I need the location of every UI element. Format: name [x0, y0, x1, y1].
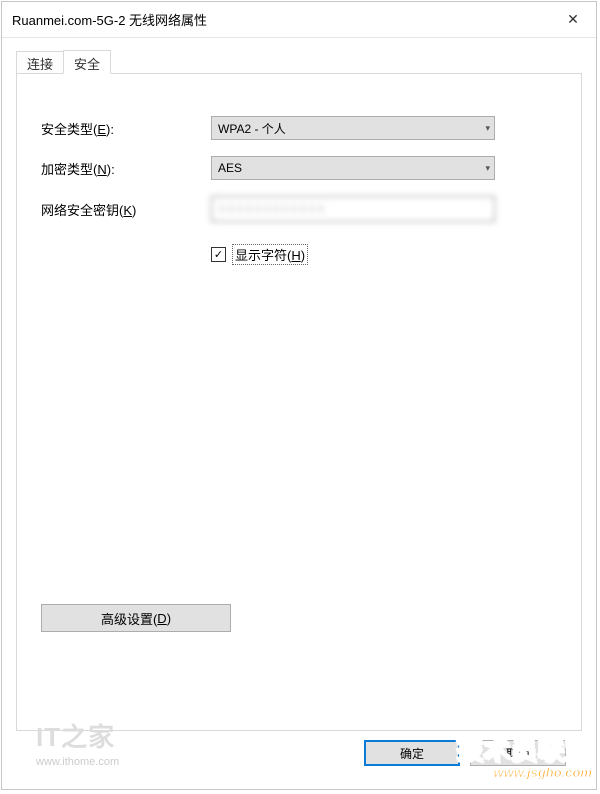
- window-title: Ruanmei.com-5G-2 无线网络属性: [12, 10, 550, 29]
- control-wrap: XXXXXXXXXXXX: [211, 196, 557, 222]
- dialog-footer: 确定 取消: [16, 731, 582, 775]
- control-wrap: AES ▾: [211, 156, 557, 180]
- titlebar: Ruanmei.com-5G-2 无线网络属性 ✕: [2, 2, 596, 38]
- tabs-header: 连接 安全: [16, 50, 582, 74]
- label-encryption-type: 加密类型(N):: [41, 159, 211, 178]
- tab-connection-label: 连接: [27, 54, 53, 73]
- row-show-chars: ✓ 显示字符(H): [211, 244, 557, 265]
- tab-security-label: 安全: [74, 54, 100, 73]
- dropdown-encryption-type[interactable]: AES ▾: [211, 156, 495, 180]
- row-encryption-type: 加密类型(N): AES ▾: [41, 156, 557, 180]
- label-security-type: 安全类型(E):: [41, 119, 211, 138]
- advanced-settings-button[interactable]: 高级设置(D): [41, 604, 231, 632]
- input-security-key[interactable]: XXXXXXXXXXXX: [211, 196, 495, 222]
- checkbox-show-chars[interactable]: ✓: [211, 247, 226, 262]
- row-security-type: 安全类型(E): WPA2 - 个人 ▾: [41, 116, 557, 140]
- dropdown-security-type-value: WPA2 - 个人: [218, 120, 485, 137]
- row-security-key: 网络安全密钥(K) XXXXXXXXXXXX: [41, 196, 557, 222]
- dialog-window: Ruanmei.com-5G-2 无线网络属性 ✕ 连接 安全 安全类型(E):…: [1, 1, 597, 790]
- dialog-body: 连接 安全 安全类型(E): WPA2 - 个人 ▾ 加密类型(N):: [2, 38, 596, 789]
- cancel-button[interactable]: 取消: [470, 740, 566, 766]
- label-security-key: 网络安全密钥(K): [41, 200, 211, 219]
- dropdown-security-type[interactable]: WPA2 - 个人 ▾: [211, 116, 495, 140]
- chevron-down-icon: ▾: [485, 123, 490, 134]
- tab-security[interactable]: 安全: [63, 50, 111, 74]
- close-button[interactable]: ✕: [550, 3, 596, 37]
- tab-panel-security: 安全类型(E): WPA2 - 个人 ▾ 加密类型(N): AES ▾: [16, 74, 582, 731]
- advanced-area: 高级设置(D): [41, 604, 557, 632]
- spacer: [41, 265, 557, 604]
- tab-connection[interactable]: 连接: [16, 51, 64, 73]
- label-show-chars: 显示字符(H): [232, 244, 308, 265]
- close-icon: ✕: [567, 11, 579, 28]
- chevron-down-icon: ▾: [485, 163, 490, 174]
- control-wrap: WPA2 - 个人 ▾: [211, 116, 557, 140]
- dropdown-encryption-type-value: AES: [218, 161, 485, 175]
- ok-button[interactable]: 确定: [364, 740, 460, 766]
- check-icon: ✓: [214, 248, 223, 261]
